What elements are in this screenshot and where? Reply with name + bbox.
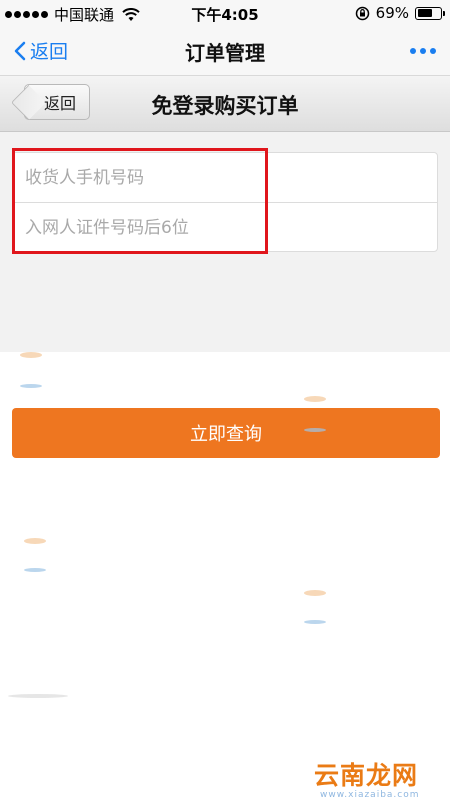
nav-bar: 返回 订单管理 bbox=[0, 26, 450, 76]
id-row bbox=[13, 203, 437, 253]
page-title: 免登录购买订单 bbox=[151, 94, 299, 118]
logo-url: www.xiazaiba.com bbox=[320, 790, 420, 800]
watermark-mark bbox=[24, 568, 46, 572]
rotation-lock-icon bbox=[355, 6, 369, 20]
query-button[interactable]: 立即查询 bbox=[12, 408, 440, 458]
query-form: 立即查询 bbox=[0, 132, 450, 458]
site-logo: 云南龙网 www.xiazaiba.com bbox=[312, 738, 442, 800]
watermark-mark bbox=[24, 538, 46, 544]
status-bar: 中国联通 下午4:05 69% bbox=[0, 0, 450, 26]
page-header: 返回 免登录购买订单 bbox=[0, 76, 450, 132]
watermark-mark bbox=[20, 352, 42, 358]
watermark-mark bbox=[304, 620, 326, 624]
battery-level bbox=[417, 9, 432, 17]
watermark-mark bbox=[304, 590, 326, 596]
logo-text: 云南龙网 bbox=[314, 761, 419, 790]
id-number-input[interactable] bbox=[25, 218, 437, 238]
battery-percent: 69% bbox=[375, 4, 409, 22]
watermark-mark bbox=[8, 694, 68, 698]
more-menu-icon[interactable] bbox=[410, 48, 436, 54]
battery-icon bbox=[415, 6, 445, 20]
input-group bbox=[12, 152, 438, 252]
status-right: 69% bbox=[355, 4, 445, 22]
watermark-mark bbox=[20, 384, 42, 388]
watermark-mark bbox=[304, 396, 326, 402]
phone-number-input[interactable] bbox=[25, 167, 437, 188]
watermark-mark bbox=[304, 428, 326, 432]
nav-title: 订单管理 bbox=[185, 41, 265, 65]
phone-row bbox=[13, 153, 437, 203]
